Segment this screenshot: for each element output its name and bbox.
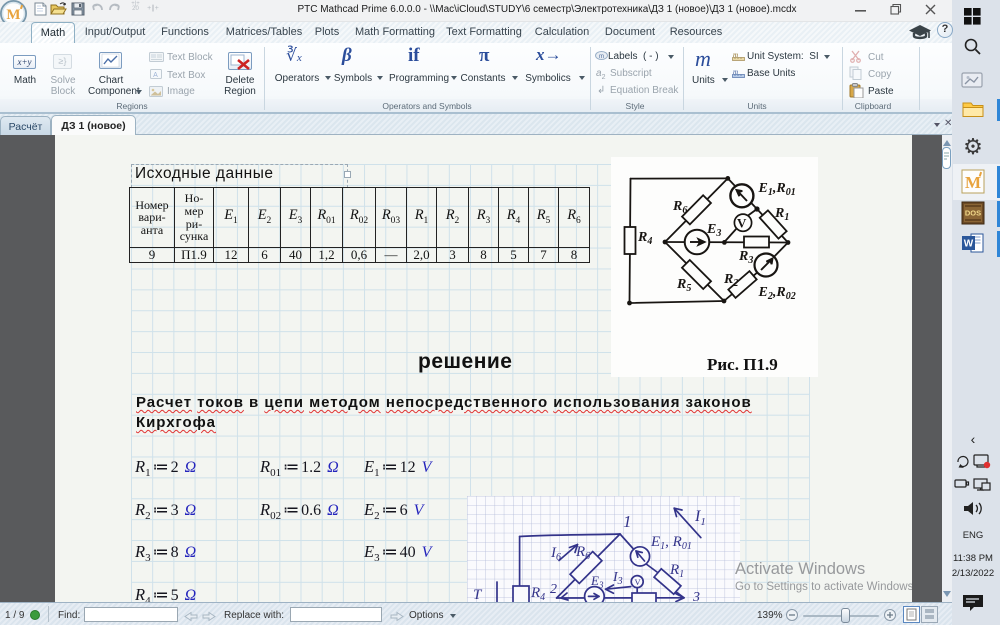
svg-text:V: V bbox=[635, 577, 642, 587]
svg-text:R2: R2 bbox=[723, 272, 738, 289]
svg-text:W: W bbox=[964, 239, 974, 250]
svg-text:R4: R4 bbox=[637, 230, 652, 247]
svg-text:M: M bbox=[6, 7, 20, 23]
svg-text:R5: R5 bbox=[676, 277, 691, 294]
svg-text:2: 2 bbox=[550, 582, 557, 597]
svg-text:V: V bbox=[737, 216, 747, 231]
svg-text:R1: R1 bbox=[774, 206, 789, 223]
svg-text:M: M bbox=[965, 173, 981, 192]
svg-text:E1,R01: E1,R01 bbox=[758, 181, 796, 198]
svg-text:E2,R02: E2,R02 bbox=[758, 285, 796, 302]
svg-text:m: m bbox=[599, 54, 604, 60]
svg-text:A: A bbox=[153, 72, 158, 79]
svg-text:DOS: DOS bbox=[965, 209, 981, 218]
svg-text:E3: E3 bbox=[706, 222, 721, 239]
svg-text:R6: R6 bbox=[672, 199, 687, 216]
svg-text:1: 1 bbox=[623, 512, 632, 531]
svg-text:3: 3 bbox=[692, 590, 700, 602]
svg-text:R3: R3 bbox=[738, 249, 753, 266]
